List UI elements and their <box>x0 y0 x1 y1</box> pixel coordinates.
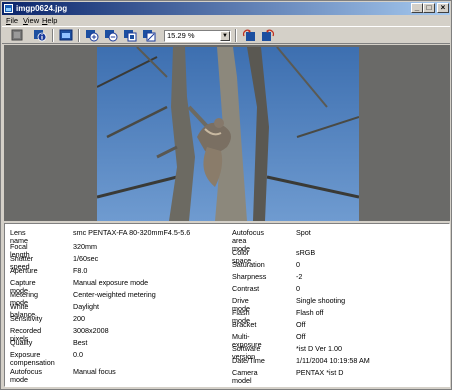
toolbar-separator <box>52 29 54 42</box>
zoom-value: 15.29 % <box>167 31 195 40</box>
toolbar-separator <box>235 29 237 42</box>
info-value: *ist D Ver 1.00 <box>296 344 342 353</box>
info-value: -2 <box>296 272 303 281</box>
info-value: sRGB <box>296 248 316 257</box>
info-value: Single shooting <box>296 296 346 305</box>
info-label: Aperture <box>10 266 38 275</box>
info-value: 1/11/2004 10:19:58 AM <box>296 356 370 365</box>
info-value: smc PENTAX-FA 80-320mmF4.5-5.6 <box>73 228 191 237</box>
toolbar-separator <box>78 29 80 42</box>
actual-size-icon[interactable] <box>123 29 137 42</box>
close-button[interactable]: × <box>437 3 449 13</box>
image-info-icon[interactable] <box>33 29 47 42</box>
info-label: Sensitivity <box>10 314 43 323</box>
image-info-panel: Lens name smc PENTAX-FA 80-320mmF4.5-5.6 F… <box>4 223 450 387</box>
app-icon <box>4 4 13 13</box>
info-value: Best <box>73 338 88 347</box>
info-label: Saturation <box>232 260 265 269</box>
info-value: Manual exposure mode <box>73 278 149 287</box>
toolbar: 15.29 % ▼ <box>2 26 450 44</box>
menu-file[interactable]: File <box>6 15 18 26</box>
image-viewer-window: imgp0624.jpg _ □ × File View Help 15.29 … <box>0 0 452 390</box>
menu-help[interactable]: Help <box>42 15 57 26</box>
rotate-left-icon[interactable] <box>242 29 256 42</box>
info-value: 3008x2008 <box>73 326 109 335</box>
minimize-button[interactable]: _ <box>411 3 423 13</box>
info-label: Exposure compensation <box>10 350 55 367</box>
info-label: Autofocus mode <box>10 367 42 384</box>
chevron-down-icon[interactable]: ▼ <box>220 31 230 41</box>
info-value: Spot <box>296 228 311 237</box>
info-value: 200 <box>73 314 85 323</box>
info-label: Sharpness <box>232 272 267 281</box>
info-value: 320mm <box>73 242 97 251</box>
info-value: 0.0 <box>73 350 83 359</box>
info-label: Bracket <box>232 320 257 329</box>
menu-view[interactable]: View <box>23 15 39 26</box>
info-value: Daylight <box>73 302 99 311</box>
info-value: Off <box>296 332 306 341</box>
info-label: Date/Time <box>232 356 265 365</box>
maximize-button[interactable]: □ <box>423 3 435 13</box>
fit-screen-icon[interactable] <box>142 29 156 42</box>
info-value: Off <box>296 320 306 329</box>
info-value: Manual focus <box>73 367 116 376</box>
info-label: Quality <box>10 338 33 347</box>
info-value: 0 <box>296 260 300 269</box>
info-value: PENTAX *ist D <box>296 368 344 377</box>
zoom-dropdown[interactable]: 15.29 % ▼ <box>164 30 231 42</box>
info-value: 0 <box>296 284 300 293</box>
info-value: Flash off <box>296 308 324 317</box>
title-bar[interactable]: imgp0624.jpg _ □ × <box>2 2 450 15</box>
info-value: F8.0 <box>73 266 88 275</box>
image-viewer-area[interactable] <box>4 45 450 221</box>
info-value: Center-weighted metering <box>73 290 156 299</box>
rotate-right-icon[interactable] <box>261 29 275 42</box>
zoom-out-icon[interactable] <box>104 29 118 42</box>
photo-squirrel-in-tree <box>97 47 359 221</box>
info-label: Contrast <box>232 284 260 293</box>
close-image-icon[interactable] <box>10 29 24 42</box>
fit-window-icon[interactable] <box>59 29 73 42</box>
info-value: 1/60sec <box>73 254 99 263</box>
window-title: imgp0624.jpg <box>16 4 68 13</box>
menu-bar: File View Help <box>2 15 450 26</box>
zoom-in-icon[interactable] <box>85 29 99 42</box>
info-label: Camera model <box>232 368 258 385</box>
